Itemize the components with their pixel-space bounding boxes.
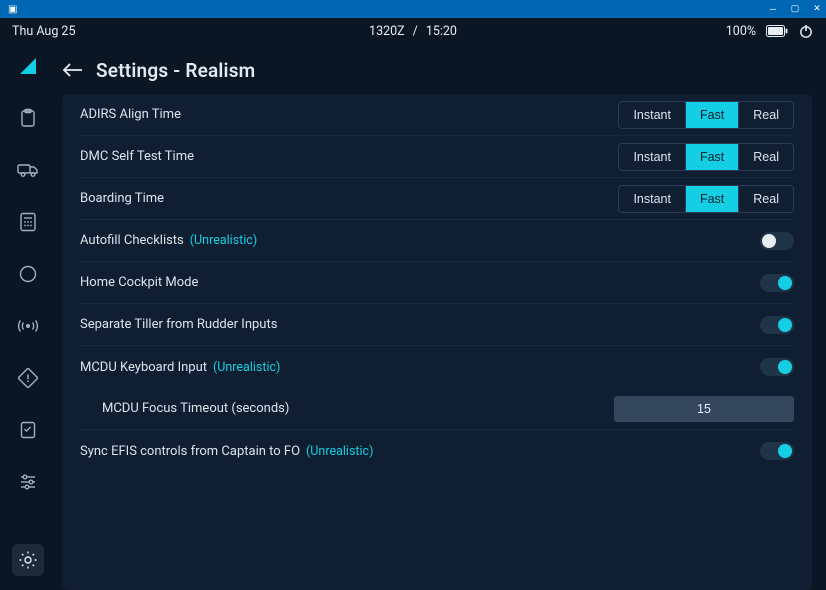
tag-mcdu: (Unrealistic) bbox=[213, 360, 280, 375]
row-sync-efis: Sync EFIS controls from Captain to FO (U… bbox=[80, 430, 794, 472]
status-date: Thu Aug 25 bbox=[12, 24, 75, 39]
input-mcdu-timeout[interactable] bbox=[614, 396, 794, 422]
page-header: Settings - Realism bbox=[62, 50, 812, 90]
battery-percent: 100% bbox=[726, 24, 756, 39]
sidebar-item-failures[interactable] bbox=[12, 362, 44, 394]
sidebar-item-performance[interactable] bbox=[12, 206, 44, 238]
toggle-autofill[interactable] bbox=[760, 232, 794, 250]
seg-dmc-instant[interactable]: Instant bbox=[619, 144, 685, 170]
seg-adirs: Instant Fast Real bbox=[618, 101, 794, 129]
seg-adirs-fast[interactable]: Fast bbox=[685, 102, 738, 128]
label-mcdu-timeout: MCDU Focus Timeout (seconds) bbox=[102, 401, 289, 416]
label-dmc: DMC Self Test Time bbox=[80, 149, 194, 164]
sidebar bbox=[0, 44, 56, 590]
label-tiller: Separate Tiller from Rudder Inputs bbox=[80, 317, 277, 332]
seg-boarding: Instant Fast Real bbox=[618, 185, 794, 213]
sidebar-item-atc[interactable] bbox=[12, 310, 44, 342]
seg-dmc: Instant Fast Real bbox=[618, 143, 794, 171]
sidebar-item-ground[interactable] bbox=[12, 154, 44, 186]
seg-boarding-fast[interactable]: Fast bbox=[685, 186, 738, 212]
battery-icon bbox=[766, 25, 788, 37]
truck-icon bbox=[17, 161, 39, 179]
back-button[interactable] bbox=[62, 61, 84, 79]
seg-dmc-real[interactable]: Real bbox=[738, 144, 793, 170]
tag-efis: (Unrealistic) bbox=[306, 444, 373, 459]
seg-boarding-real[interactable]: Real bbox=[738, 186, 793, 212]
toggle-efis[interactable] bbox=[760, 442, 794, 460]
calculator-icon bbox=[19, 212, 37, 232]
sidebar-item-settings[interactable] bbox=[12, 544, 44, 576]
maximize-button[interactable]: ▢ bbox=[790, 4, 800, 14]
sidebar-item-checklists[interactable] bbox=[12, 414, 44, 446]
row-adirs-align-time: ADIRS Align Time Instant Fast Real bbox=[80, 94, 794, 136]
seg-adirs-real[interactable]: Real bbox=[738, 102, 793, 128]
warning-icon bbox=[18, 368, 38, 388]
sidebar-item-dispatch[interactable] bbox=[12, 102, 44, 134]
gear-icon bbox=[18, 550, 38, 570]
label-efis: Sync EFIS controls from Captain to FO bbox=[80, 444, 300, 459]
status-time-sep: / bbox=[413, 24, 418, 39]
app-titlebar-icon: ▣ bbox=[8, 4, 17, 15]
radio-icon bbox=[17, 317, 39, 335]
row-autofill-checklists: Autofill Checklists (Unrealistic) bbox=[80, 220, 794, 262]
close-button[interactable]: ✕ bbox=[812, 4, 822, 14]
label-mcdu: MCDU Keyboard Input bbox=[80, 360, 207, 375]
seg-dmc-fast[interactable]: Fast bbox=[685, 144, 738, 170]
tag-autofill: (Unrealistic) bbox=[190, 233, 257, 248]
sidebar-item-presets[interactable] bbox=[12, 466, 44, 498]
power-button[interactable] bbox=[798, 23, 814, 39]
row-boarding-time: Boarding Time Instant Fast Real bbox=[80, 178, 794, 220]
arrow-left-icon bbox=[62, 61, 84, 79]
settings-panel: ADIRS Align Time Instant Fast Real DMC S… bbox=[62, 94, 812, 590]
label-homecockpit: Home Cockpit Mode bbox=[80, 275, 198, 290]
status-zulu-time: 1320Z bbox=[369, 24, 405, 39]
seg-boarding-instant[interactable]: Instant bbox=[619, 186, 685, 212]
sliders-icon bbox=[18, 473, 38, 491]
status-local-time: 15:20 bbox=[426, 24, 457, 39]
window-titlebar: ▣ ─ ▢ ✕ bbox=[0, 0, 826, 18]
seg-adirs-instant[interactable]: Instant bbox=[619, 102, 685, 128]
toggle-homecockpit[interactable] bbox=[760, 274, 794, 292]
app-logo-icon bbox=[16, 54, 40, 78]
minimize-button[interactable]: ─ bbox=[768, 4, 778, 14]
clipboard-icon bbox=[18, 108, 38, 128]
row-mcdu-keyboard: MCDU Keyboard Input (Unrealistic) bbox=[80, 346, 794, 388]
status-bar: Thu Aug 25 1320Z / 15:20 100% bbox=[0, 18, 826, 44]
page-title: Settings - Realism bbox=[96, 59, 255, 82]
toggle-tiller[interactable] bbox=[760, 316, 794, 334]
label-autofill: Autofill Checklists bbox=[80, 233, 184, 248]
row-dmc-self-test: DMC Self Test Time Instant Fast Real bbox=[80, 136, 794, 178]
sidebar-item-navigation[interactable] bbox=[12, 258, 44, 290]
checklist-icon bbox=[18, 420, 38, 440]
label-adirs: ADIRS Align Time bbox=[80, 107, 181, 122]
toggle-mcdu[interactable] bbox=[760, 358, 794, 376]
compass-icon bbox=[18, 264, 38, 284]
label-boarding: Boarding Time bbox=[80, 191, 164, 206]
row-home-cockpit: Home Cockpit Mode bbox=[80, 262, 794, 304]
row-separate-tiller: Separate Tiller from Rudder Inputs bbox=[80, 304, 794, 346]
row-mcdu-timeout: MCDU Focus Timeout (seconds) bbox=[80, 388, 794, 430]
